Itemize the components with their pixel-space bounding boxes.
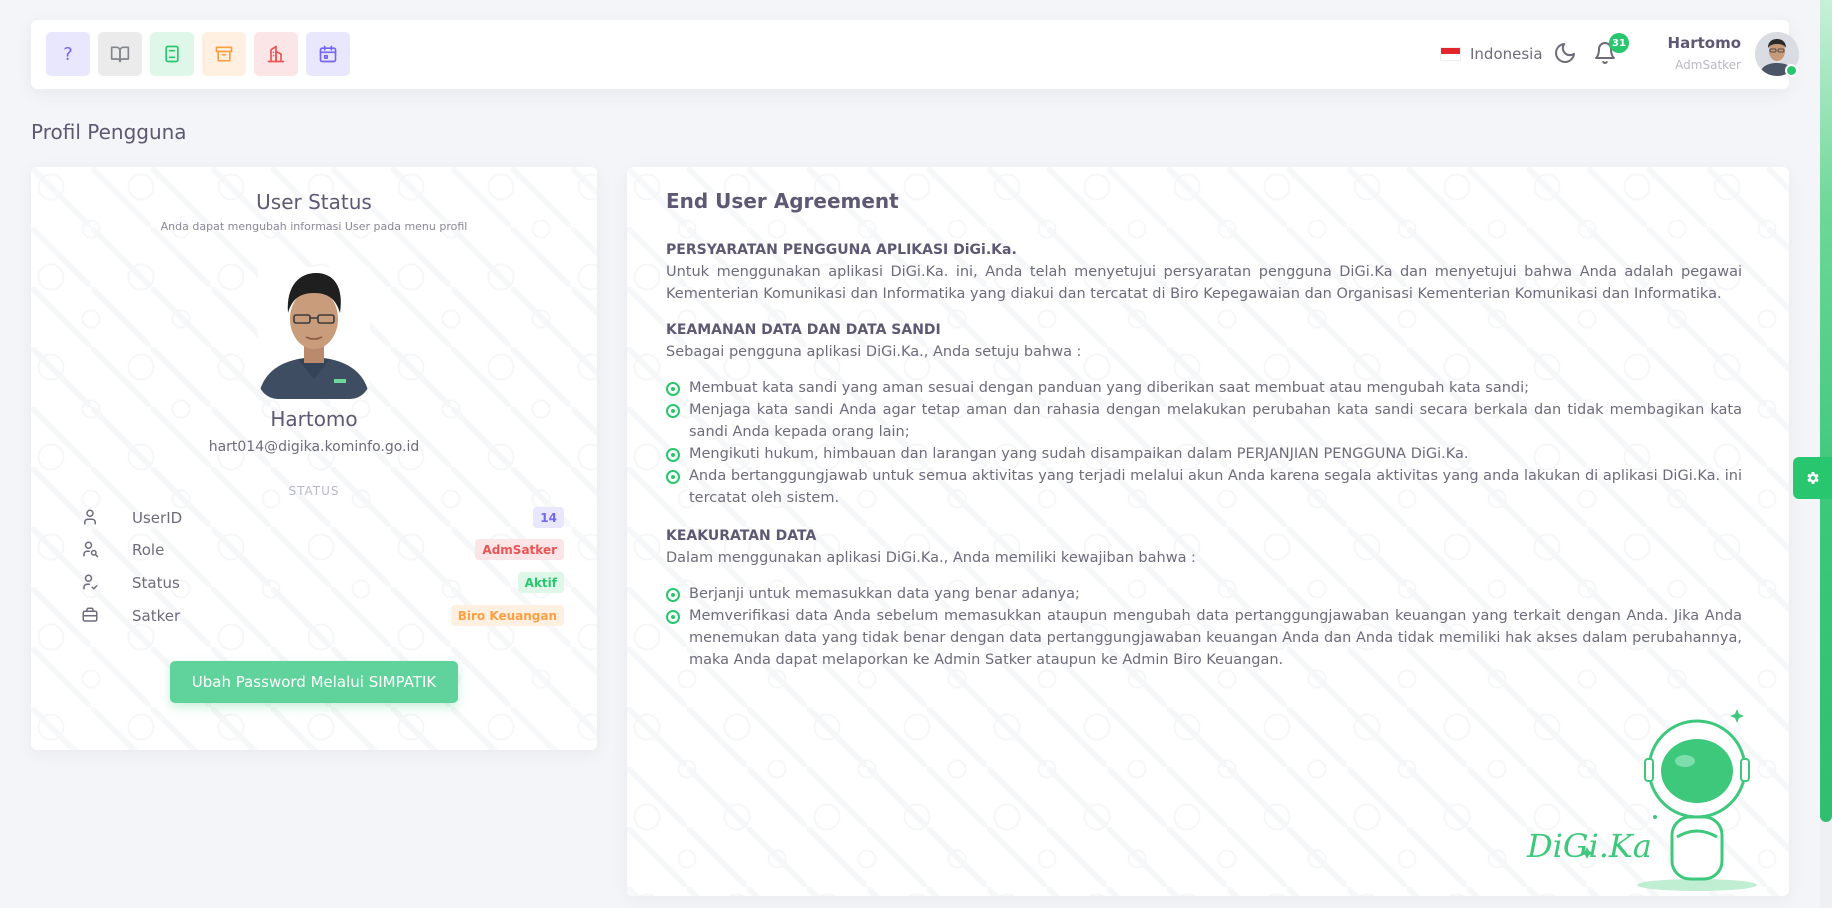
navbar-user-role: AdmSatker: [1675, 58, 1741, 72]
info-label: UserID: [132, 509, 183, 527]
profile-name: Hartomo: [270, 407, 358, 431]
language-selector[interactable]: Indonesia: [1440, 42, 1543, 66]
book-icon: [110, 46, 130, 63]
archive-icon: [215, 46, 233, 62]
info-row-userid: UserID 14: [81, 507, 564, 531]
language-label: Indonesia: [1470, 45, 1543, 63]
top-navbar: ? Indonesia 31 Hartomo AdmSatker: [31, 20, 1799, 89]
list-item: Menjaga kata sandi Anda agar tetap aman …: [666, 399, 1742, 443]
satker-badge: Biro Keuangan: [450, 605, 564, 626]
user-search-icon: [83, 541, 99, 558]
info-row-status: Status Aktif: [81, 572, 564, 596]
help-icon: ?: [63, 43, 73, 65]
briefcase-icon: [82, 607, 98, 622]
calendar-icon: [319, 45, 337, 63]
page-title: Profil Pengguna: [31, 120, 187, 144]
agreement-list: Membuat kata sandi yang aman sesuai deng…: [666, 377, 1742, 509]
agreement-paragraph: Dalam menggunakan aplikasi DiGi.Ka., And…: [666, 550, 1196, 566]
gear-icon: [1806, 472, 1819, 484]
online-status-dot: [1785, 64, 1798, 77]
check-circle-icon: [666, 382, 680, 396]
check-circle-icon: [666, 470, 680, 484]
list-item: Berjanji untuk memasukkan data yang bena…: [666, 583, 1742, 605]
info-row-role: Role AdmSatker: [81, 539, 564, 563]
user-status-subtitle: Anda dapat mengubah informasi User pada …: [160, 220, 468, 233]
list-item: Anda bertanggungjawab untuk semua aktivi…: [666, 465, 1742, 509]
page-scrollbar-track: [1820, 0, 1832, 908]
check-circle-icon: [666, 610, 680, 624]
moon-icon[interactable]: [1553, 41, 1577, 65]
profile-photo: [258, 267, 370, 399]
check-circle-icon: [666, 404, 680, 418]
userid-badge: 14: [533, 507, 564, 528]
help-button[interactable]: ?: [46, 32, 90, 76]
list-item: Membuat kata sandi yang aman sesuai deng…: [666, 377, 1742, 399]
user-check-icon: [83, 574, 98, 590]
building-button[interactable]: [254, 32, 298, 76]
notebook-button[interactable]: [150, 32, 194, 76]
calendar-button[interactable]: [306, 32, 350, 76]
agreement-paragraph: Untuk menggunakan aplikasi DiGi.Ka. ini,…: [666, 264, 1742, 302]
profile-email: hart014@digika.kominfo.go.id: [208, 439, 420, 455]
notebook-icon: [165, 45, 179, 63]
info-label: Role: [132, 541, 165, 559]
archive-button[interactable]: [202, 32, 246, 76]
user-status-title: User Status: [256, 190, 372, 214]
user-icon: [84, 509, 96, 525]
astronaut-mascot-icon: [1581, 709, 1757, 891]
agreement-title: End User Agreement: [666, 189, 899, 213]
navbar-user-name[interactable]: Hartomo: [1641, 34, 1741, 52]
info-label: Status: [132, 574, 180, 592]
info-label: Satker: [132, 607, 181, 625]
indonesia-flag-icon: [1440, 47, 1461, 61]
customizer-toggle-button[interactable]: [1793, 457, 1832, 499]
digika-brand-logo: DiGi.Ka: [1527, 827, 1652, 865]
info-row-satker: Satker Biro Keuangan: [81, 605, 564, 629]
page-scrollbar-thumb[interactable]: [1820, 0, 1832, 822]
agreement-section-heading: KEAKURATAN DATA: [666, 528, 817, 544]
agreement-body: PERSYARATAN PENGGUNA APLIKASI DiGi.Ka. U…: [666, 239, 1742, 687]
role-badge: AdmSatker: [475, 539, 564, 560]
list-item: Memverifikasi data Anda sebelum memasukk…: [666, 605, 1742, 671]
building-icon: [267, 45, 285, 63]
notification-count-badge: 31: [1609, 33, 1629, 53]
agreement-list: Berjanji untuk memasukkan data yang bena…: [666, 583, 1742, 671]
agreement-section-heading: KEAMANAN DATA DAN DATA SANDI: [666, 322, 941, 338]
change-password-simpatik-button[interactable]: Ubah Password Melalui SIMPATIK: [170, 661, 458, 703]
list-item: Mengikuti hukum, himbauan dan larangan y…: [666, 443, 1742, 465]
user-status-card: User Status Anda dapat mengubah informas…: [31, 167, 597, 750]
agreement-paragraph: Sebagai pengguna aplikasi DiGi.Ka., Anda…: [666, 344, 1082, 360]
check-circle-icon: [666, 588, 680, 602]
status-heading: STATUS: [288, 484, 340, 498]
book-button[interactable]: [98, 32, 142, 76]
end-user-agreement-card: End User Agreement PERSYARATAN PENGGUNA …: [627, 167, 1789, 896]
agreement-section-heading: PERSYARATAN PENGGUNA APLIKASI DiGi.Ka.: [666, 242, 1017, 258]
status-badge: Aktif: [517, 572, 564, 593]
check-circle-icon: [666, 448, 680, 462]
